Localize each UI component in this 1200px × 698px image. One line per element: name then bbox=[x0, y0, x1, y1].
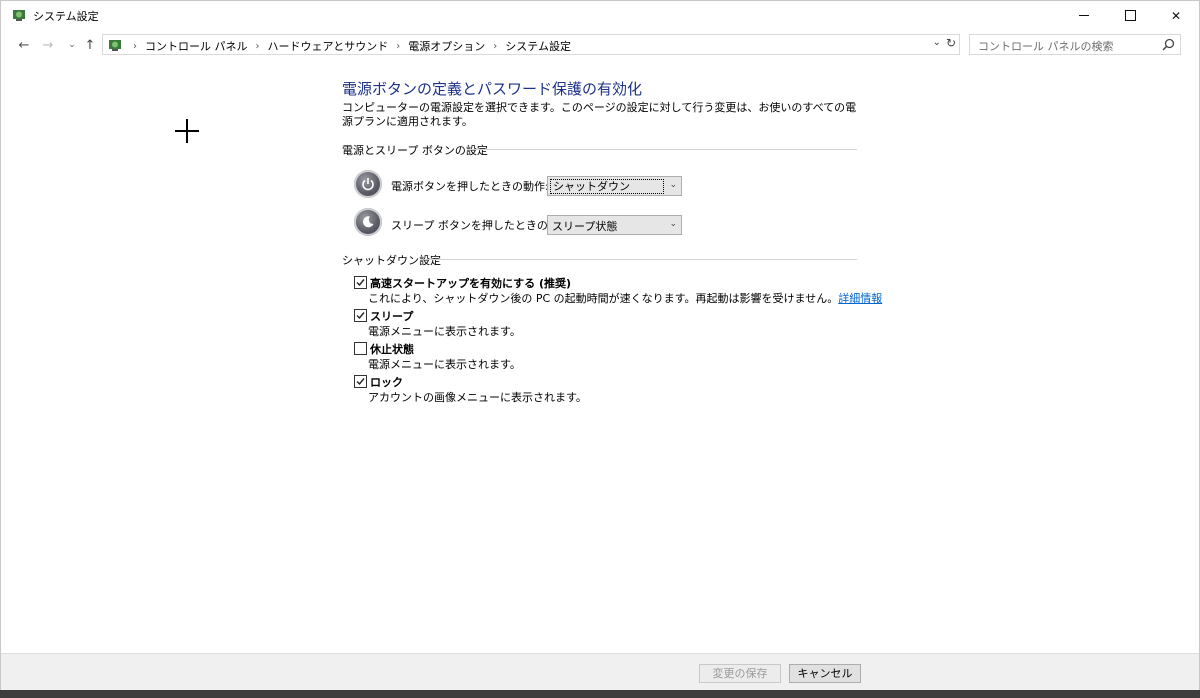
breadcrumb-system-settings[interactable]: システム設定 bbox=[505, 38, 571, 54]
power-button-action-value: シャットダウン bbox=[550, 179, 664, 194]
section-divider bbox=[467, 149, 857, 150]
cancel-button[interactable]: キャンセル bbox=[789, 664, 861, 683]
chevron-down-icon: ⌄ bbox=[669, 180, 677, 190]
search-input[interactable]: コントロール パネルの検索 bbox=[969, 34, 1181, 55]
sleep-checkbox[interactable] bbox=[354, 309, 367, 322]
taskbar bbox=[0, 690, 1200, 698]
maximize-button[interactable] bbox=[1107, 1, 1153, 30]
page-title: 電源ボタンの定義とパスワード保護の有効化 bbox=[342, 80, 643, 98]
fast-startup-label[interactable]: 高速スタートアップを有効にする (推奨) bbox=[370, 275, 571, 291]
chevron-right-icon: › bbox=[133, 40, 137, 52]
fast-startup-description-text: これにより、シャットダウン後の PC の起動時間が速くなります。再起動は影響を受… bbox=[368, 292, 839, 305]
power-button-icon bbox=[354, 170, 382, 198]
chevron-down-icon: ⌄ bbox=[669, 219, 677, 229]
footer-bar: 変更の保存 キャンセル bbox=[1, 653, 1199, 691]
breadcrumb-hardware-sound[interactable]: ハードウェアとサウンド bbox=[268, 38, 389, 54]
minimize-button[interactable] bbox=[1061, 1, 1107, 30]
control-panel-icon bbox=[13, 10, 25, 21]
control-panel-icon bbox=[109, 40, 121, 51]
hibernate-label[interactable]: 休止状態 bbox=[370, 341, 414, 357]
lock-checkbox[interactable] bbox=[354, 375, 367, 388]
power-button-action-label: 電源ボタンを押したときの動作: bbox=[391, 180, 549, 193]
arrow-left-icon: ← bbox=[18, 37, 30, 53]
recent-locations-button[interactable]: ⌄ bbox=[63, 36, 81, 54]
search-placeholder: コントロール パネルの検索 bbox=[978, 40, 1114, 53]
save-changes-button[interactable]: 変更の保存 bbox=[699, 664, 781, 683]
up-button[interactable]: ↑ bbox=[81, 36, 99, 54]
close-button[interactable]: ✕ bbox=[1153, 1, 1199, 30]
section-divider bbox=[424, 259, 857, 260]
search-icon[interactable] bbox=[1162, 38, 1175, 51]
checkmark-icon bbox=[356, 312, 365, 320]
arrow-right-icon: → bbox=[42, 37, 54, 53]
system-settings-window: システム設定 ✕ ← → ⌄ ↑ › コントロール パネル › ハードウェアとサ… bbox=[0, 0, 1200, 692]
checkmark-icon bbox=[356, 378, 365, 386]
title-bar: システム設定 ✕ bbox=[1, 1, 1199, 30]
chevron-right-icon: › bbox=[493, 40, 498, 52]
sleep-label[interactable]: スリープ bbox=[370, 308, 413, 324]
lock-description: アカウントの画像メニューに表示されます。 bbox=[368, 391, 587, 404]
power-button-action-select[interactable]: シャットダウン ⌄ bbox=[547, 176, 682, 196]
sleep-button-action-select[interactable]: スリープ状態 ⌄ bbox=[547, 215, 682, 235]
arrow-up-icon: ↑ bbox=[84, 37, 96, 53]
minimize-icon bbox=[1079, 15, 1089, 16]
shutdown-section-title: シャットダウン設定 bbox=[342, 254, 441, 267]
more-info-link[interactable]: 詳細情報 bbox=[838, 292, 882, 305]
fast-startup-checkbox[interactable] bbox=[354, 276, 367, 289]
hibernate-checkbox[interactable] bbox=[354, 342, 367, 355]
chevron-right-icon: › bbox=[255, 40, 260, 52]
breadcrumb-power-options[interactable]: 電源オプション bbox=[408, 38, 485, 54]
sleep-button-action-value: スリープ状態 bbox=[552, 220, 618, 233]
breadcrumb: › コントロール パネル › ハードウェアとサウンド › 電源オプション › シ… bbox=[125, 38, 571, 54]
window-title: システム設定 bbox=[33, 10, 99, 23]
refresh-icon[interactable]: ↻ bbox=[946, 36, 956, 50]
back-button[interactable]: ← bbox=[15, 36, 33, 54]
hibernate-description: 電源メニューに表示されます。 bbox=[368, 358, 521, 371]
chevron-right-icon: › bbox=[396, 40, 401, 52]
address-bar[interactable]: › コントロール パネル › ハードウェアとサウンド › 電源オプション › シ… bbox=[102, 34, 960, 55]
content-area: 電源ボタンの定義とパスワード保護の有効化 コンピューターの電源設定を選択できます… bbox=[1, 60, 1199, 653]
fast-startup-description: これにより、シャットダウン後の PC の起動時間が速くなります。再起動は影響を受… bbox=[368, 290, 882, 306]
forward-button[interactable]: → bbox=[39, 36, 57, 54]
page-description: コンピューターの電源設定を選択できます。このページの設定に対して行う変更は、お使… bbox=[342, 101, 857, 128]
navigation-bar: ← → ⌄ ↑ › コントロール パネル › ハードウェアとサウンド › 電源オ… bbox=[1, 30, 1199, 60]
close-icon: ✕ bbox=[1170, 8, 1182, 23]
address-dropdown-icon[interactable]: ⌄ bbox=[933, 37, 941, 48]
crosshair-cursor-icon bbox=[175, 119, 199, 143]
sleep-description: 電源メニューに表示されます。 bbox=[368, 325, 521, 338]
checkmark-icon bbox=[356, 279, 365, 287]
maximize-icon bbox=[1124, 10, 1136, 21]
breadcrumb-control-panel[interactable]: コントロール パネル bbox=[145, 38, 248, 54]
sleep-button-icon bbox=[354, 208, 382, 236]
chevron-down-icon: ⌄ bbox=[68, 40, 76, 50]
lock-label[interactable]: ロック bbox=[370, 374, 403, 390]
power-section-title: 電源とスリープ ボタンの設定 bbox=[342, 144, 488, 157]
